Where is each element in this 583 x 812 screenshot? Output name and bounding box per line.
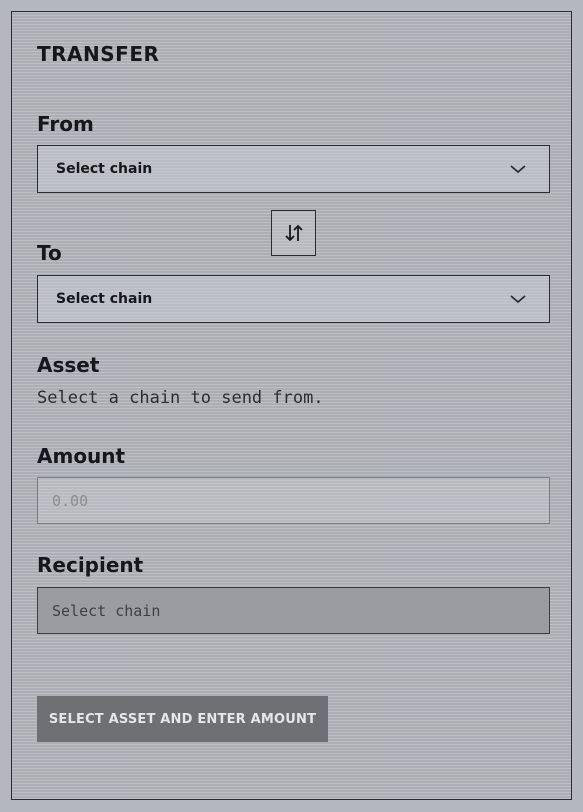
to-chain-select-value: Select chain <box>56 291 153 307</box>
chevron-down-icon <box>510 295 526 304</box>
swap-arrows-icon <box>284 224 303 242</box>
from-chain-select-value: Select chain <box>56 161 153 177</box>
to-label: To <box>37 241 62 265</box>
recipient-input[interactable] <box>37 587 550 634</box>
submit-transfer-button[interactable]: SELECT ASSET AND ENTER AMOUNT <box>37 696 328 742</box>
from-label: From <box>37 112 94 136</box>
from-chain-select[interactable]: Select chain <box>37 145 550 193</box>
swap-chains-button[interactable] <box>271 210 316 256</box>
amount-input[interactable] <box>37 477 550 524</box>
asset-helper-text: Select a chain to send from. <box>37 388 324 408</box>
chevron-down-icon <box>510 165 526 174</box>
amount-label: Amount <box>37 444 126 468</box>
panel-title: TRANSFER <box>37 42 160 66</box>
to-chain-select[interactable]: Select chain <box>37 275 550 323</box>
asset-label: Asset <box>37 353 100 377</box>
transfer-panel: TRANSFER From Select chain To Select cha… <box>11 11 572 800</box>
recipient-label: Recipient <box>37 553 144 577</box>
